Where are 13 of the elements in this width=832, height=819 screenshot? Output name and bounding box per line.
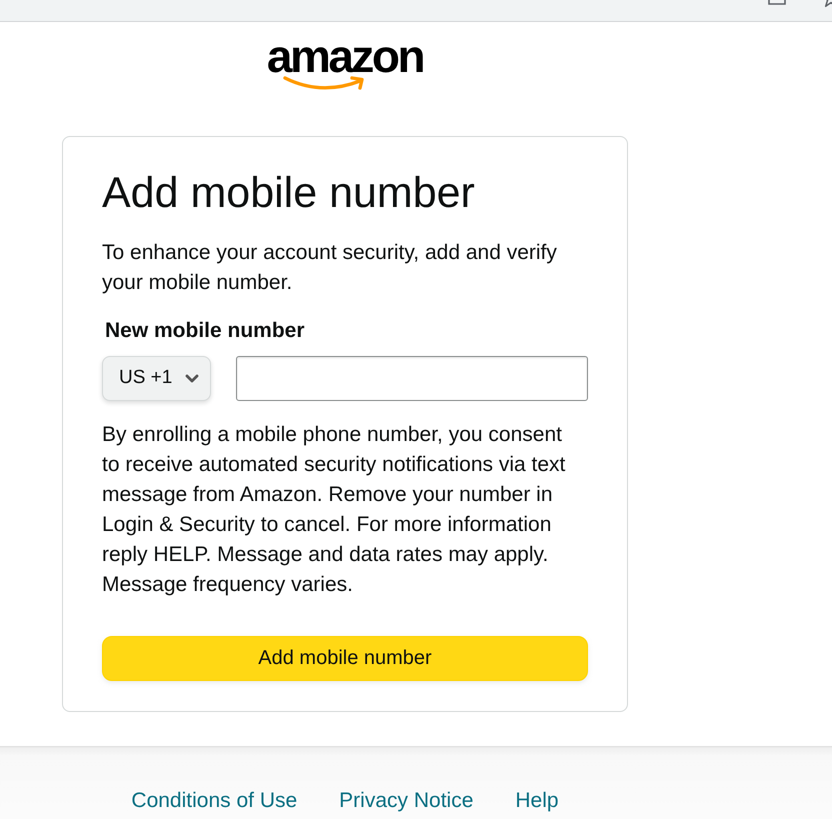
form-title: Add mobile number	[102, 168, 476, 219]
footer-link[interactable]: Privacy Notice	[339, 788, 474, 813]
phone-number-field[interactable]	[236, 356, 588, 401]
chevron-down-icon	[185, 374, 199, 383]
country-code-dropdown[interactable]: US +1	[102, 356, 211, 401]
add-mobile-number-button[interactable]: Add mobile number	[102, 636, 588, 681]
consent-text: By enrolling a mobile phone number, you consent to receive automated security notifications via text message from Amazon. Remove your number in Login & Security to cancel. For more information reply HELP. Message and data rates may apply. Message frequency varies.	[102, 422, 566, 598]
logo-wordmark: amazon	[266, 38, 424, 75]
footer-link[interactable]: Conditions of Use	[131, 788, 298, 813]
field-label: New mobile number	[104, 318, 306, 344]
description-text: To enhance your account security, add and verify your mobile number.	[102, 240, 558, 296]
footer-link[interactable]: Help	[515, 788, 559, 813]
star-icon[interactable]	[822, 0, 832, 8]
